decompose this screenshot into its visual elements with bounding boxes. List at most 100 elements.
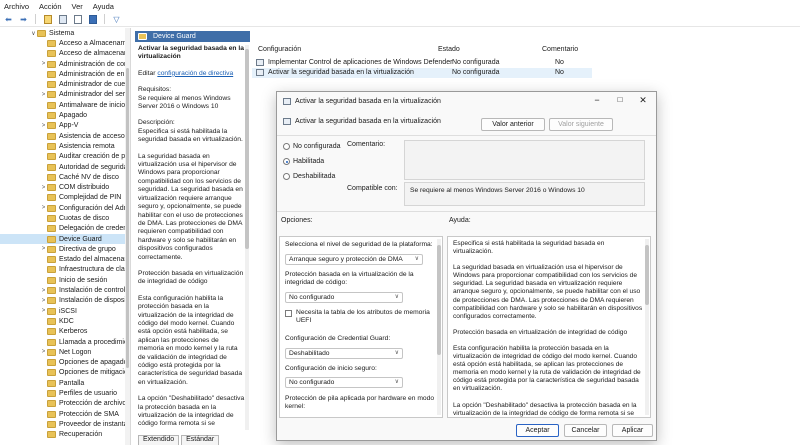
tree-item[interactable]: Opciones de apagado [0,358,130,368]
chevron-right-icon[interactable]: > [40,61,47,67]
tree-item[interactable]: Complejidad de PIN [0,193,130,203]
radio-button[interactable] [283,143,290,150]
tree-item[interactable]: Estado del almacenam [0,255,130,265]
tab-standard[interactable]: Estándar [181,435,220,445]
scroll-thumb[interactable] [126,68,129,368]
chevron-right-icon[interactable]: > [40,185,47,191]
column-setting[interactable]: Configuración [258,46,301,53]
table-row[interactable]: Implementar Control de aplicaciones de W… [252,58,592,68]
tree-item[interactable]: Acceso a Almacenamie [0,38,130,48]
scroll-thumb[interactable] [245,49,249,249]
table-row[interactable]: Activar la seguridad basada en la virtua… [252,68,592,78]
folder-up-icon[interactable] [42,14,53,25]
tree-item[interactable]: Delegación de credenc [0,224,130,234]
filter-icon[interactable]: ▽ [111,14,122,25]
tree-item[interactable]: Auditar creación de pr [0,152,130,162]
policy-setting-icon [256,59,264,66]
tree-item[interactable]: Cuotas de disco [0,213,130,223]
help-icon[interactable] [87,14,98,25]
close-icon[interactable]: ✕ [636,95,650,106]
description-scrollbar[interactable] [245,45,249,430]
menu-help[interactable]: Ayuda [93,2,114,11]
tree-item[interactable]: Asistencia remota [0,141,130,151]
menu-action[interactable]: Acción [39,2,62,11]
tree-item[interactable]: Antimalware de inicio [0,100,130,110]
chevron-right-icon[interactable]: > [40,246,47,252]
previous-setting-button[interactable]: Valor anterior [481,118,545,131]
chevron-right-icon[interactable]: > [40,298,47,304]
tree-item[interactable]: Protección de SMA [0,409,130,419]
cancel-button[interactable]: Cancelar [564,424,607,437]
edit-policy-link[interactable]: configuración de directiva [157,70,233,77]
tree-item[interactable]: Caché NV de disco [0,172,130,182]
tree-item-label: Administración de en [59,70,125,78]
chevron-right-icon[interactable]: > [40,288,47,294]
options-scrollbar[interactable] [437,239,441,415]
back-arrow-icon[interactable]: ⬅ [3,14,14,25]
tree-item[interactable]: > Administración de cor [0,59,130,69]
chevron-right-icon[interactable]: > [40,123,47,129]
tree-root[interactable]: ∨ Sistema [0,28,130,38]
menu-file[interactable]: Archivo [4,2,29,11]
radio-button[interactable] [283,173,290,180]
tree-item[interactable]: Autoridad de segurida [0,162,130,172]
tree-item[interactable]: Llamada a procedimie [0,337,130,347]
tree-item[interactable]: Pantalla [0,378,130,388]
platform-level-select[interactable]: Arranque seguro y protección de DMA ∨ [285,254,423,265]
tree-item[interactable]: Device Guard [0,233,130,245]
apply-button[interactable]: Aplicar [612,424,653,437]
scroll-thumb[interactable] [437,245,441,355]
minimize-icon[interactable]: − [590,95,604,105]
tree-item[interactable]: Proveedor de instantán [0,419,130,429]
tree-item[interactable]: > Directiva de grupo [0,244,130,254]
maximize-icon[interactable]: □ [613,95,627,104]
column-state[interactable]: Estado [438,46,460,53]
tree-item[interactable]: Opciones de mitigació [0,368,130,378]
column-comment[interactable]: Comentario [542,46,578,53]
properties-icon[interactable] [72,14,83,25]
tree-item[interactable]: Kerberos [0,327,130,337]
tree-item[interactable]: Recuperación [0,430,130,440]
tree-item[interactable]: KDC [0,316,130,326]
show-hide-tree-icon[interactable] [57,14,68,25]
tree-item[interactable]: Apagado [0,110,130,120]
tree-item[interactable]: > Net Logon [0,347,130,357]
radio-disabled[interactable]: Deshabilitada [283,173,335,180]
tree-item[interactable]: Protección de archivos [0,399,130,409]
radio-button[interactable] [283,158,290,165]
chevron-right-icon[interactable]: > [40,205,47,211]
tree-item[interactable]: Perfiles de usuario [0,388,130,398]
tree-item[interactable]: Asistencia de acceso d [0,131,130,141]
forward-arrow-icon[interactable]: ➡ [18,14,29,25]
tree-item[interactable]: > Configuración del Adm [0,203,130,213]
radio-not-configured[interactable]: No configurada [283,143,340,150]
tree-scrollbar[interactable] [125,28,130,445]
tree-item[interactable]: Administración de en [0,69,130,79]
scroll-thumb[interactable] [645,245,649,305]
code-integrity-select[interactable]: No configurado ∨ [285,292,403,303]
chevron-right-icon[interactable]: > [40,349,47,355]
tree-item[interactable]: Infraestructura de clase [0,265,130,275]
tree-item[interactable]: Inicio de sesión [0,275,130,285]
credential-guard-select[interactable]: Deshabilitado ∨ [285,348,403,359]
secure-launch-select[interactable]: No configurado ∨ [285,377,403,388]
radio-enabled[interactable]: Habilitada [283,158,324,165]
tree-item[interactable]: > Instalación de controla [0,285,130,295]
chevron-right-icon[interactable]: > [40,308,47,314]
tab-extended[interactable]: Extendido [138,435,180,445]
tree-item[interactable]: > COM distribuido [0,182,130,192]
accept-button[interactable]: Aceptar [516,424,559,437]
help-scrollbar[interactable] [645,239,649,415]
chevron-down-icon[interactable]: ∨ [30,30,37,37]
next-setting-button[interactable]: Valor siguiente [549,118,613,131]
uefi-checkbox[interactable] [285,310,292,317]
tree-item[interactable]: > Instalación de disposit [0,296,130,306]
tree-item[interactable]: > App-V [0,121,130,131]
tree-item[interactable]: Administrador de cuer [0,79,130,89]
tree-item[interactable]: Acceso de almacenami [0,49,130,59]
tree-item[interactable]: > iSCSI [0,306,130,316]
comment-textbox[interactable] [404,140,645,180]
menu-view[interactable]: Ver [72,2,83,11]
chevron-right-icon[interactable]: > [40,92,47,98]
tree-item[interactable]: > Administrador del serv [0,90,130,100]
